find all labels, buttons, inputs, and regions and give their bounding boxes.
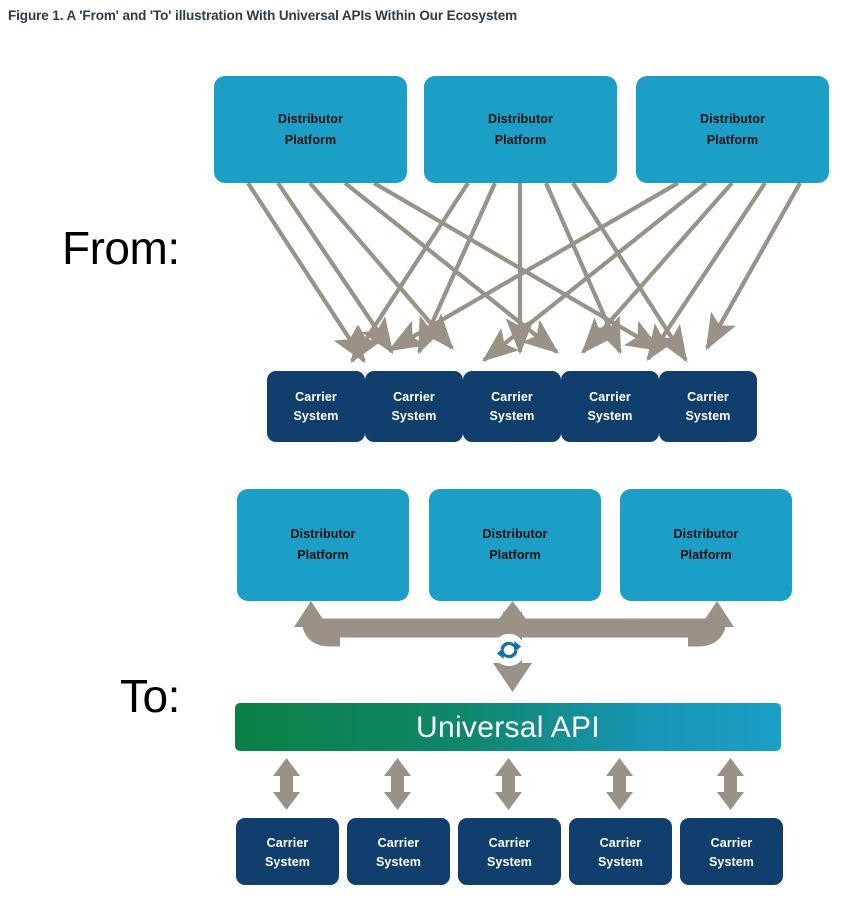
mesh-arrow (544, 182, 622, 355)
bus-center-up-arrowhead (493, 601, 532, 627)
distributor-label-line2: Platform (285, 133, 337, 147)
carrier-label-line2: System (685, 409, 730, 423)
distributor-platform-box[interactable]: Distributor Platform (620, 489, 792, 601)
distributor-label-line2: Platform (707, 133, 759, 147)
carrier-label-line2: System (265, 855, 310, 869)
from-distributor-row: Distributor Platform Distributor Platfor… (214, 76, 829, 183)
carrier-system-box[interactable]: Carrier System (458, 818, 561, 885)
carrier-label-line1: Carrier (393, 390, 435, 404)
carrier-label-line1: Carrier (711, 836, 753, 850)
carrier-label-line1: Carrier (489, 836, 531, 850)
carrier-system-box[interactable]: Carrier System (680, 818, 783, 885)
distributor-label-line2: Platform (495, 133, 547, 147)
from-section: From: Distributor Platform Distributor P… (62, 76, 829, 442)
from-mesh-arrows (246, 181, 802, 364)
distributor-label-line1: Distributor (700, 112, 765, 126)
carrier-label-line1: Carrier (589, 390, 631, 404)
from-section-label: From: (62, 222, 180, 274)
carrier-system-box[interactable]: Carrier System (659, 371, 757, 442)
mesh-arrow (387, 181, 680, 352)
carrier-label-line2: System (293, 409, 338, 423)
mesh-arrow (482, 181, 708, 362)
carrier-label-line1: Carrier (491, 390, 533, 404)
distributor-label-line1: Distributor (483, 527, 548, 541)
carrier-system-box[interactable]: Carrier System (365, 371, 463, 442)
mesh-arrow (246, 181, 366, 364)
carrier-system-box[interactable]: Carrier System (463, 371, 561, 442)
carrier-label-line1: Carrier (687, 390, 729, 404)
from-carrier-row: Carrier System Carrier System Carrier Sy… (267, 371, 757, 442)
distributor-label-line1: Distributor (291, 527, 356, 541)
mesh-arrow (350, 181, 470, 364)
distributor-platform-box[interactable]: Distributor Platform (214, 76, 407, 183)
carrier-label-line1: Carrier (295, 390, 337, 404)
bus-right-arrowhead (700, 601, 734, 627)
universal-api-bar[interactable]: Universal API (235, 703, 781, 751)
carrier-label-line1: Carrier (600, 836, 642, 850)
distributor-platform-box[interactable]: Distributor Platform (636, 76, 829, 183)
distributor-platform-box[interactable]: Distributor Platform (424, 76, 617, 183)
bidirectional-arrow (384, 758, 411, 810)
diagram-canvas: From: Distributor Platform Distributor P… (62, 76, 829, 885)
mesh-arrow (705, 181, 802, 351)
carrier-system-box[interactable]: Carrier System (347, 818, 450, 885)
bidirectional-arrow (273, 758, 300, 810)
bidirectional-arrow (717, 758, 744, 810)
carrier-label-line2: System (391, 409, 436, 423)
carrier-label-line1: Carrier (378, 836, 420, 850)
carrier-label-line2: System (487, 855, 532, 869)
distributor-platform-box[interactable]: Distributor Platform (237, 489, 409, 601)
bidirectional-arrow (495, 758, 522, 810)
sync-icon[interactable] (492, 633, 526, 667)
universal-api-label: Universal API (416, 711, 600, 744)
carrier-label-line1: Carrier (267, 836, 309, 850)
bidirectional-arrow (606, 758, 633, 810)
to-carrier-arrows (273, 758, 744, 810)
distributor-label-line1: Distributor (278, 112, 343, 126)
figure-diagram: From: Distributor Platform Distributor P… (0, 0, 852, 904)
bus-center-down-arrowhead (493, 663, 532, 692)
carrier-system-box[interactable]: Carrier System (561, 371, 659, 442)
distributor-label-line2: Platform (489, 548, 541, 562)
distributor-platform-box[interactable]: Distributor Platform (429, 489, 601, 601)
to-carrier-row: Carrier System Carrier System Carrier Sy… (236, 818, 783, 885)
mesh-arrow (372, 181, 663, 352)
to-section: To: Distributor Platform Distributor Pla… (120, 489, 792, 885)
carrier-system-box[interactable]: Carrier System (236, 818, 339, 885)
bus-left-arrowhead (294, 601, 328, 627)
carrier-label-line2: System (587, 409, 632, 423)
carrier-system-box[interactable]: Carrier System (267, 371, 365, 442)
to-connector-bus (294, 601, 734, 692)
carrier-system-box[interactable]: Carrier System (569, 818, 672, 885)
distributor-label-line2: Platform (680, 548, 732, 562)
distributor-label-line1: Distributor (674, 527, 739, 541)
carrier-label-line2: System (489, 409, 534, 423)
distributor-label-line1: Distributor (488, 112, 553, 126)
to-distributor-row: Distributor Platform Distributor Platfor… (237, 489, 792, 601)
carrier-label-line2: System (598, 855, 643, 869)
carrier-label-line2: System (709, 855, 754, 869)
to-section-label: To: (120, 670, 180, 722)
distributor-label-line2: Platform (297, 548, 349, 562)
carrier-label-line2: System (376, 855, 421, 869)
